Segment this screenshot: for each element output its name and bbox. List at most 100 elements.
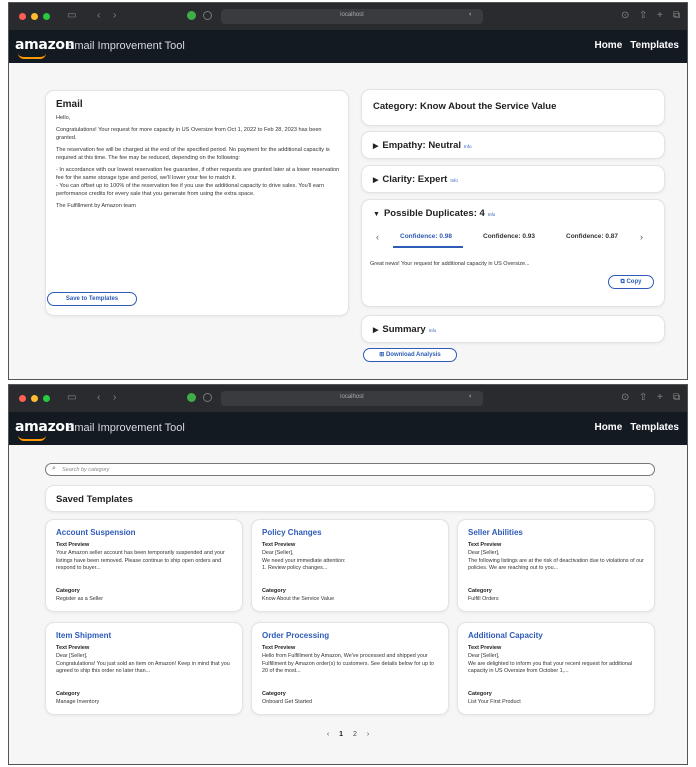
tab-overview-icon[interactable]: ⧉: [673, 392, 680, 404]
zoom-window-icon[interactable]: [43, 395, 50, 402]
tab-confidence-2[interactable]: Confidence: 0.93: [483, 233, 535, 240]
duplicates-label: Possible Duplicates: 4: [383, 208, 485, 219]
email-paragraph: Hello,: [56, 115, 71, 121]
new-tab-icon[interactable]: +: [657, 10, 663, 22]
info-link[interactable]: Info: [429, 328, 437, 333]
template-title[interactable]: Policy Changes: [262, 528, 322, 537]
clarity-section[interactable]: ▶ Clarity: Expert Info: [361, 165, 665, 193]
zoom-window-icon[interactable]: [43, 13, 50, 20]
app-title: Email Improvement Tool: [67, 40, 185, 52]
nav-home[interactable]: Home: [594, 422, 622, 433]
info-link[interactable]: Info: [464, 144, 472, 149]
template-card[interactable]: Seller Abilities Text Preview Dear [Sell…: [457, 519, 655, 612]
privacy-icon[interactable]: [203, 393, 212, 402]
amazon-smile-icon: [18, 435, 46, 441]
preview-label: Text Preview: [56, 645, 90, 651]
page-2[interactable]: 2: [353, 731, 357, 738]
email-body[interactable]: Hello, Congratulations! Your request for…: [56, 114, 340, 214]
collapse-icon[interactable]: ▼: [373, 211, 380, 218]
sidebar-icon[interactable]: ▭: [67, 10, 76, 22]
template-card[interactable]: Policy Changes Text Preview Dear [Seller…: [251, 519, 449, 612]
template-card[interactable]: Additional Capacity Text Preview Dear [S…: [457, 622, 655, 715]
tab-confidence-1[interactable]: Confidence: 0.98: [400, 233, 452, 240]
info-link[interactable]: Info: [450, 178, 458, 183]
url-text: localhost: [340, 394, 364, 400]
category-label: Category: [468, 691, 492, 697]
search-placeholder: Search by category: [62, 467, 110, 473]
template-category: Manage Inventory: [56, 699, 100, 705]
main-nav: Home Templates: [594, 40, 679, 51]
category-label: Category: [56, 691, 80, 697]
download-icon[interactable]: ⊙: [621, 392, 629, 404]
close-window-icon[interactable]: [19, 395, 26, 402]
address-bar[interactable]: localhost ◐: [221, 9, 483, 24]
search-input[interactable]: ⌕ Search by category: [45, 463, 655, 476]
template-title[interactable]: Seller Abilities: [468, 528, 523, 537]
extension-icon[interactable]: [187, 393, 196, 402]
email-paragraph: The reservation fee will be charged at t…: [56, 147, 330, 161]
template-card[interactable]: Order Processing Text Preview Hello from…: [251, 622, 449, 715]
amazon-logo[interactable]: amazon: [15, 37, 75, 53]
template-card[interactable]: Item Shipment Text Preview Dear [Seller]…: [45, 622, 243, 715]
preview-label: Text Preview: [468, 645, 502, 651]
page-1[interactable]: 1: [339, 731, 343, 738]
template-title[interactable]: Additional Capacity: [468, 631, 543, 640]
sidebar-icon[interactable]: ▭: [67, 392, 76, 404]
minimize-window-icon[interactable]: [31, 13, 38, 20]
privacy-icon[interactable]: [203, 11, 212, 20]
extension-icon[interactable]: [187, 11, 196, 20]
template-title[interactable]: Order Processing: [262, 631, 329, 640]
chevron-left-icon[interactable]: ‹: [376, 232, 379, 242]
template-title[interactable]: Account Suspension: [56, 528, 136, 537]
template-category: Register as a Seller: [56, 596, 104, 602]
templates-window: ▭ ‹ › localhost ◐ ⊙ ⇧ + ⧉ amazon Email I…: [8, 384, 688, 765]
copy-label: Copy: [626, 279, 642, 285]
download-analysis-button[interactable]: ⊞ Download Analysis: [363, 348, 457, 362]
forward-icon[interactable]: ›: [113, 10, 116, 22]
info-link[interactable]: Info: [488, 212, 496, 217]
share-icon[interactable]: ⇧: [639, 392, 647, 404]
copy-button[interactable]: ⧉ Copy: [608, 275, 654, 289]
nav-templates[interactable]: Templates: [630, 40, 679, 51]
forward-icon[interactable]: ›: [113, 392, 116, 404]
new-tab-icon[interactable]: +: [657, 392, 663, 404]
page-menu-icon[interactable]: ◐: [469, 393, 473, 400]
template-title[interactable]: Item Shipment: [56, 631, 111, 640]
chevron-right-icon[interactable]: ›: [640, 232, 643, 242]
page-menu-icon[interactable]: ◐: [469, 11, 473, 18]
chevron-left-icon[interactable]: ‹: [327, 731, 329, 738]
back-icon[interactable]: ‹: [97, 392, 100, 404]
summary-section[interactable]: ▶ Summary Info: [361, 315, 665, 343]
category-card: Category: Know About the Service Value: [361, 89, 665, 126]
nav-home[interactable]: Home: [594, 40, 622, 51]
expand-icon: ▶: [373, 177, 379, 184]
amazon-logo[interactable]: amazon: [15, 419, 75, 435]
duplicate-preview: Great news! Your request for additional …: [370, 261, 530, 267]
category-label: Category: [468, 588, 492, 594]
tab-overview-icon[interactable]: ⧉: [673, 10, 680, 22]
save-to-templates-button[interactable]: Save to Templates: [47, 292, 137, 306]
minimize-window-icon[interactable]: [31, 395, 38, 402]
template-preview: Hello from Fulfillment by Amazon, We've …: [262, 653, 434, 674]
email-paragraph: - In accordance with our lowest reservat…: [56, 167, 340, 197]
confidence-tabs: ‹ Confidence: 0.98 Confidence: 0.93 Conf…: [370, 227, 656, 249]
expand-icon: ▶: [373, 327, 379, 334]
app-header: amazon Email Improvement Tool Home Templ…: [9, 30, 687, 63]
app-header: amazon Email Improvement Tool Home Templ…: [9, 412, 687, 445]
window-controls[interactable]: [19, 395, 50, 402]
download-icon[interactable]: ⊙: [621, 10, 629, 22]
tab-confidence-3[interactable]: Confidence: 0.87: [566, 233, 618, 240]
nav-templates[interactable]: Templates: [630, 422, 679, 433]
chevron-right-icon[interactable]: ›: [367, 731, 369, 738]
search-icon: ⌕: [52, 465, 56, 472]
category-label: Category: [262, 691, 286, 697]
template-preview: Dear [Seller], We need your immediate at…: [262, 550, 346, 571]
address-bar[interactable]: localhost ◐: [221, 391, 483, 406]
share-icon[interactable]: ⇧: [639, 10, 647, 22]
empathy-section[interactable]: ▶ Empathy: Neutral Info: [361, 131, 665, 159]
template-card[interactable]: Account Suspension Text Preview Your Ama…: [45, 519, 243, 612]
back-icon[interactable]: ‹: [97, 10, 100, 22]
close-window-icon[interactable]: [19, 13, 26, 20]
app-title: Email Improvement Tool: [67, 422, 185, 434]
window-controls[interactable]: [19, 13, 50, 20]
